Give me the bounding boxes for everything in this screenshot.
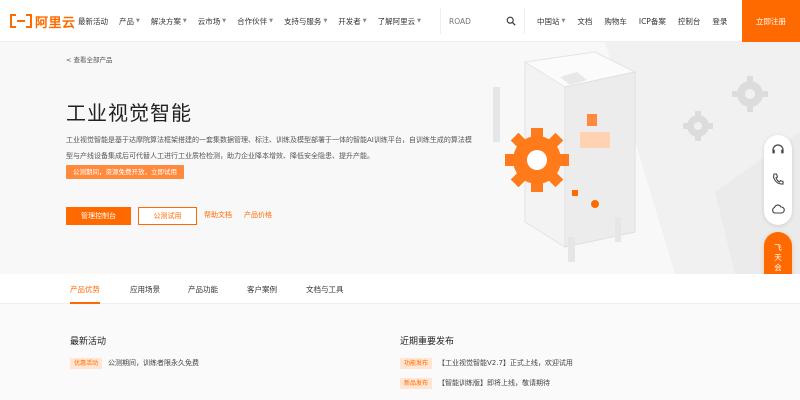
chevron-down-icon: ▼ — [269, 18, 273, 24]
news-badge: 功能发布 — [400, 357, 433, 369]
nav-item-partners[interactable]: 合作伙伴 ▼ — [237, 16, 273, 27]
nav-label: ICP备案 — [638, 16, 666, 26]
nav-item-developers[interactable]: 开发者 ▼ — [338, 16, 366, 27]
chevron-down-icon: ▼ — [561, 18, 566, 24]
trial-button[interactable]: 公测试用 — [138, 207, 197, 225]
recent-releases: 近期重要发布 功能发布 【工业视觉智能V2.7】正式上线，欢迎试用 新品发布 【… — [400, 334, 573, 397]
site-selector[interactable]: 中国站 ▼ — [537, 16, 565, 27]
nav-item-support[interactable]: 支持与服务 ▼ — [284, 16, 327, 27]
hero-illustration — [493, 42, 800, 274]
nav-docs[interactable]: 文档 — [577, 16, 592, 27]
register-button[interactable]: 立即注册 — [742, 0, 800, 42]
main-nav: 最新活动 产品 ▼ 解决方案 ▼ 云市场 ▼ 合作伙伴 ▼ 支持与服务 ▼ 开发者 ▼ 了解… — [78, 0, 432, 42]
nav-label: 购物车 — [604, 16, 627, 26]
nav-label: 产品 — [119, 16, 134, 26]
nav-label: 了解阿里云 — [377, 16, 416, 26]
nav-item-about[interactable]: 了解阿里云 ▼ — [378, 16, 421, 27]
news-item[interactable]: 优惠活动 公测期间，训练者限永久免费 — [70, 357, 199, 369]
help-docs-link[interactable]: 帮助文档 — [204, 210, 232, 220]
news-item[interactable]: 新品发布 【智能训练版】即将上线，敬请期待 — [400, 377, 573, 389]
chevron-down-icon: ▼ — [136, 18, 140, 24]
promo-banner[interactable]: 公测期间，资源免费开放，立即试用 — [66, 165, 184, 179]
nav-cart[interactable]: 购物车 — [604, 16, 627, 27]
news-badge: 新品发布 — [400, 377, 433, 389]
tab-scenarios[interactable]: 应用场景 — [130, 274, 160, 304]
nav-item-latest[interactable]: 最新活动 — [78, 16, 108, 27]
nav-label: 最新活动 — [78, 16, 108, 26]
console-button[interactable]: 管理控制台 — [66, 207, 131, 225]
tab-docs-tools[interactable]: 文档与工具 — [306, 274, 344, 304]
section-heading: 近期重要发布 — [400, 337, 455, 347]
nav-label: 登录 — [712, 16, 728, 26]
news-section: 最新活动 优惠活动 公测期间，训练者限永久免费 近期重要发布 功能发布 【工业视… — [0, 304, 800, 400]
product-description: 工业视觉智能是基于达摩院算法框架搭建的一套集数据管理、标注、训练及模型部署于一体… — [66, 136, 472, 160]
nav-item-solutions[interactable]: 解决方案 ▼ — [151, 16, 187, 27]
top-navbar: 阿里云 最新活动 产品 ▼ 解决方案 ▼ 云市场 ▼ 合作伙伴 ▼ 支持与服务 ▼ 开发者… — [0, 0, 800, 42]
news-text: 【工业视觉智能V2.7】正式上线，欢迎试用 — [438, 359, 573, 367]
hero-section: < 查看全部产品 工业视觉智能 工业视觉智能是基于达摩院算法框架搭建的一套集数据… — [0, 42, 800, 274]
page-title: 工业视觉智能 — [66, 101, 192, 125]
chevron-down-icon: ▼ — [323, 18, 328, 24]
nav-label: 合作伙伴 — [237, 16, 268, 26]
news-item[interactable]: 功能发布 【工业视觉智能V2.7】正式上线，欢迎试用 — [400, 357, 573, 369]
nav-login[interactable]: 登录 — [712, 16, 727, 27]
nav-label: 中国站 — [537, 16, 560, 26]
chevron-down-icon: ▼ — [182, 18, 187, 24]
nav-label: 开发者 — [338, 16, 361, 26]
floating-tools — [764, 135, 792, 225]
search-input[interactable] — [449, 16, 504, 26]
news-text: 公测期间，训练者限永久免费 — [108, 359, 200, 367]
chevron-down-icon: ▼ — [222, 18, 227, 24]
logo-text: 阿里云 — [35, 15, 76, 31]
gear-icon — [505, 128, 569, 192]
banner-char: 会 — [774, 263, 782, 272]
tab-features[interactable]: 产品功能 — [188, 274, 218, 304]
nav-icp[interactable]: ICP备案 — [639, 16, 666, 27]
back-to-products-link[interactable]: < 查看全部产品 — [66, 54, 113, 64]
nav-label: 解决方案 — [150, 16, 181, 26]
section-heading: 最新活动 — [70, 337, 107, 347]
phone-icon[interactable] — [770, 171, 786, 187]
news-badge: 优惠活动 — [70, 357, 103, 369]
tab-advantages[interactable]: 产品优势 — [70, 274, 100, 304]
nav-item-market[interactable]: 云市场 ▼ — [198, 16, 226, 27]
nav-label: 云市场 — [197, 16, 221, 26]
customer-service-icon[interactable] — [770, 141, 786, 157]
banner-char: 飞 — [774, 243, 782, 252]
search-box — [440, 8, 525, 34]
user-nav: 中国站 ▼ 文档 购物车 ICP备案 控制台 登录 — [537, 0, 739, 42]
product-tabs: 产品优势 应用场景 产品功能 客户案例 文档与工具 — [0, 274, 800, 304]
tab-cases[interactable]: 客户案例 — [247, 274, 277, 304]
chevron-down-icon: ▼ — [417, 18, 422, 24]
nav-label: 文档 — [577, 16, 593, 26]
chevron-down-icon: ▼ — [362, 18, 367, 24]
aliyun-logo-icon — [10, 14, 32, 28]
pricing-link[interactable]: 产品价格 — [244, 210, 272, 220]
aliyun-logo[interactable]: 阿里云 — [10, 12, 76, 31]
nav-console[interactable]: 控制台 — [678, 16, 701, 27]
search-icon[interactable] — [506, 16, 516, 26]
banner-char: 天 — [774, 253, 782, 262]
nav-label: 控制台 — [677, 16, 701, 26]
news-text: 【智能训练版】即将上线，敬请期待 — [438, 379, 551, 387]
nav-item-products[interactable]: 产品 ▼ — [119, 16, 140, 27]
nav-label: 支持与服务 — [283, 16, 322, 26]
cloud-icon[interactable] — [770, 201, 786, 217]
latest-activities: 最新活动 优惠活动 公测期间，训练者限永久免费 — [70, 334, 199, 377]
